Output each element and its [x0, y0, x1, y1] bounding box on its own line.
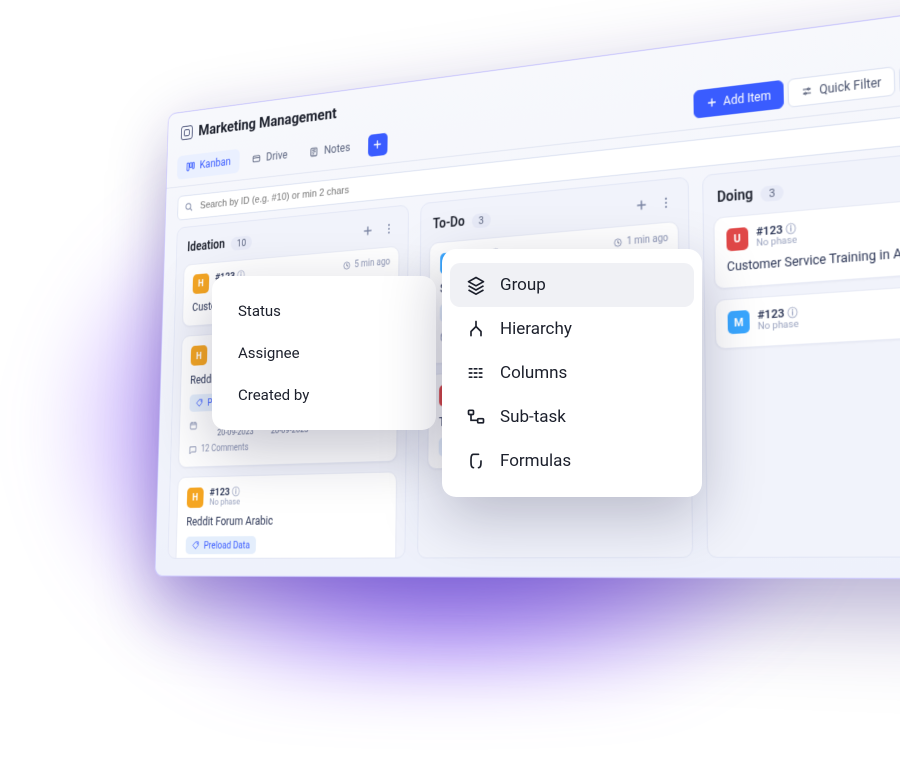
- card-avatar: H: [191, 345, 208, 366]
- clock-icon: [342, 260, 351, 271]
- card-avatar: M: [728, 310, 750, 334]
- menu-label: Columns: [500, 363, 567, 383]
- search-icon: [184, 201, 194, 213]
- dots-icon: [659, 195, 672, 210]
- option-label: Status: [238, 302, 281, 320]
- column-count: 3: [761, 184, 784, 202]
- tab-notes-label: Notes: [324, 141, 350, 158]
- card-phase: No phase: [756, 235, 797, 249]
- subtask-icon: [466, 407, 486, 427]
- add-view-button[interactable]: [368, 132, 388, 156]
- card-avatar: H: [193, 273, 210, 294]
- menu-item-columns[interactable]: Columns: [450, 351, 694, 395]
- card-phase: No phase: [758, 320, 799, 333]
- column-count: 10: [231, 235, 253, 250]
- tag-icon: [192, 541, 201, 551]
- kanban-card[interactable]: M #123ⓘNo phase: [715, 280, 900, 349]
- kanban-column: Doing3U#123ⓘNo phaseCustomer Service Tra…: [702, 144, 900, 558]
- tab-drive[interactable]: Drive: [242, 142, 297, 172]
- tab-kanban[interactable]: Kanban: [177, 149, 240, 180]
- option-label: Created by: [238, 386, 309, 404]
- menu-item-hierarchy[interactable]: Hierarchy: [450, 307, 694, 351]
- column-title: To-Do: [433, 214, 465, 232]
- info-icon: ⓘ: [787, 308, 797, 320]
- menu-label: Hierarchy: [500, 319, 572, 339]
- card-id: #123ⓘ: [757, 306, 798, 322]
- info-icon: ⓘ: [786, 224, 796, 236]
- formula-icon: [466, 451, 486, 471]
- card-comments[interactable]: 12 Comments: [188, 438, 386, 456]
- column-add-button[interactable]: [633, 195, 650, 215]
- drive-icon: [252, 152, 262, 165]
- quick-filter-label: Quick Filter: [819, 75, 881, 97]
- column-more-button[interactable]: [381, 220, 396, 238]
- tab-notes[interactable]: Notes: [300, 134, 360, 166]
- hierarchy-icon: [466, 319, 486, 339]
- columns-icon: [466, 363, 486, 383]
- tab-kanban-label: Kanban: [200, 155, 231, 172]
- card-avatar: H: [187, 487, 204, 508]
- card-header: H#123ⓘNo phase: [187, 482, 386, 508]
- sliders-icon: [801, 84, 813, 98]
- plus-icon: [706, 96, 718, 109]
- plus-icon: [372, 138, 383, 151]
- dots-icon: [383, 222, 395, 236]
- menu-label: Group: [500, 275, 546, 295]
- tag-icon: [195, 398, 203, 408]
- kanban-card[interactable]: H#123ⓘNo phase Reddit Forum Arabic Preload…: [174, 471, 397, 559]
- column-add-button[interactable]: [360, 222, 375, 240]
- chat-icon: [188, 444, 197, 455]
- view-settings-menu: Group Hierarchy Columns Sub-task Formula…: [442, 249, 702, 497]
- card-header: M #123ⓘNo phase: [728, 294, 900, 336]
- column-header: Doing 3: [713, 157, 900, 218]
- option-label: Assignee: [238, 344, 300, 362]
- card-title: Customer Service Training in Arabic: [727, 240, 900, 276]
- card-tag[interactable]: Preload Data: [185, 536, 256, 554]
- card-avatar: U: [726, 227, 748, 251]
- card-title: Reddit Forum Arabic: [186, 513, 385, 530]
- plus-icon: [635, 197, 648, 212]
- plus-icon: [362, 224, 374, 238]
- menu-item-subtask[interactable]: Sub-task: [450, 395, 694, 439]
- clock-icon: [613, 237, 623, 249]
- card-time: 1 min ago: [613, 233, 669, 249]
- card-phase: No phase: [209, 498, 240, 508]
- kanban-icon: [186, 160, 196, 172]
- group-option-assignee[interactable]: Assignee: [220, 332, 428, 374]
- notes-icon: [309, 145, 319, 158]
- quick-filter-button[interactable]: Quick Filter: [788, 66, 896, 108]
- group-option-created-by[interactable]: Created by: [220, 374, 428, 416]
- column-more-button[interactable]: [657, 193, 674, 213]
- layers-icon: [466, 275, 486, 295]
- calendar-icon: [189, 420, 198, 431]
- group-by-submenu: Status Assignee Created by: [212, 276, 436, 430]
- column-title: Ideation: [187, 237, 225, 255]
- board-icon: [181, 125, 193, 140]
- menu-item-group[interactable]: Group: [450, 263, 694, 307]
- add-item-button[interactable]: Add Item: [693, 80, 784, 119]
- add-item-label: Add Item: [723, 88, 771, 108]
- column-title: Doing: [717, 186, 753, 206]
- card-id: #123ⓘ: [756, 222, 797, 239]
- column-count: 3: [472, 212, 491, 228]
- menu-label: Formulas: [500, 451, 571, 471]
- menu-item-formulas[interactable]: Formulas: [450, 439, 694, 483]
- menu-label: Sub-task: [500, 407, 566, 427]
- page-title: Marketing Management: [198, 105, 337, 140]
- group-option-status[interactable]: Status: [220, 290, 428, 332]
- tab-drive-label: Drive: [266, 148, 288, 164]
